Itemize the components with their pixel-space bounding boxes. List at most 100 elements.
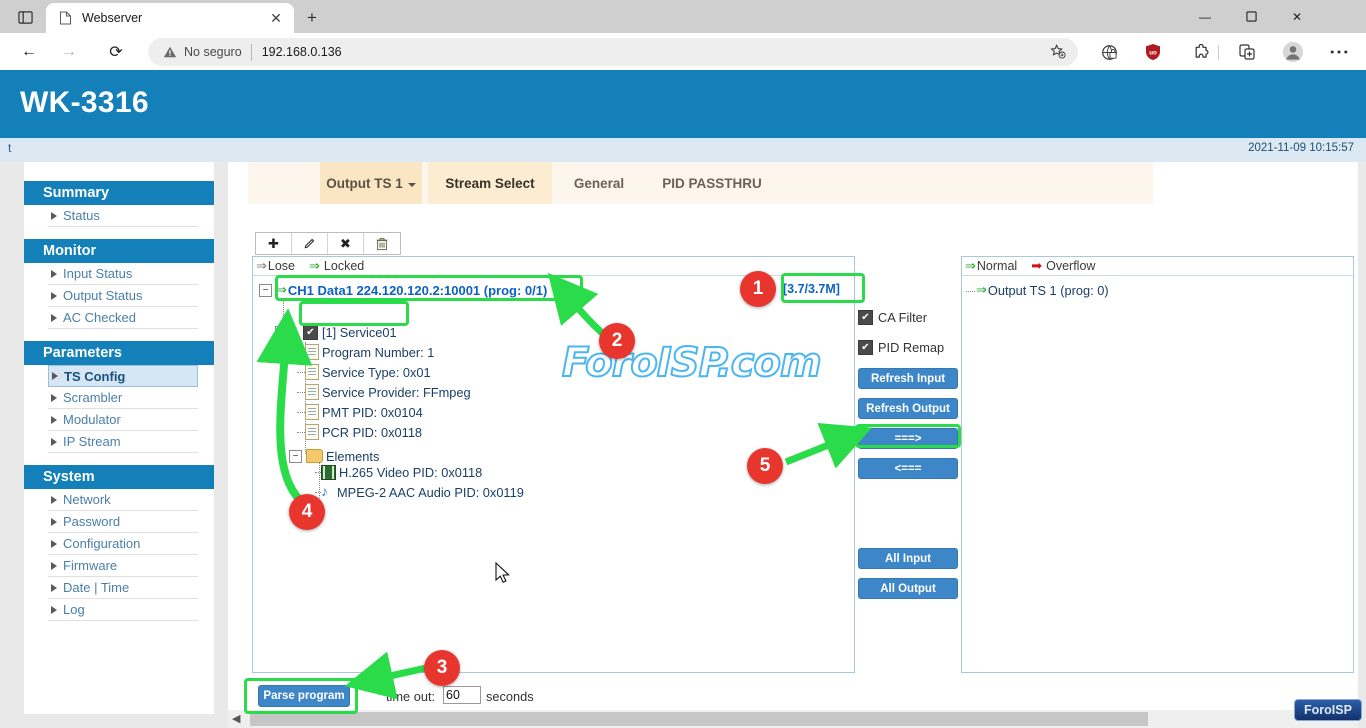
collapse-icon[interactable]: −	[289, 450, 302, 463]
tree-node-service[interactable]: − 1 ✔ [1] Service01	[275, 322, 397, 342]
sidebar-item-label: Date | Time	[63, 580, 129, 595]
tree-leaf-pmt-pid[interactable]: PMT PID: 0x0104	[305, 402, 423, 422]
tree-guide-dash	[315, 492, 321, 493]
output-stream-panel: ⇒ Normal ➡ Overflow ⇒ Output TS 1 (prog:…	[961, 256, 1354, 673]
close-icon[interactable]: ✕	[268, 10, 284, 26]
sidebar-item-scrambler[interactable]: Scrambler	[48, 387, 198, 409]
tree-leaf-pcr-pid[interactable]: PCR PID: 0x0118	[305, 422, 422, 442]
pid-remap-row[interactable]: ✔ PID Remap	[858, 338, 958, 356]
sidebar-item-configuration[interactable]: Configuration	[48, 533, 198, 555]
app-header: WK-3316	[0, 70, 1366, 138]
arrow-normal-icon: ⇒	[965, 258, 976, 274]
sidebar-group-parameters: Parameters	[24, 341, 214, 365]
tree-leaf-video-pid[interactable]: H.265 Video PID: 0x0118	[321, 462, 482, 482]
collections-icon[interactable]	[1234, 39, 1260, 65]
sidebar-item-label: AC Checked	[63, 310, 136, 325]
settings-more-icon[interactable]	[1326, 39, 1352, 65]
move-left-button[interactable]: <===	[858, 458, 958, 479]
remove-x-icon[interactable]: ✖	[328, 233, 364, 254]
profile-icon[interactable]	[1280, 39, 1306, 65]
caret-right-icon	[51, 584, 57, 592]
sidebar-item-password[interactable]: Password	[48, 511, 198, 533]
tab-pid-passthru[interactable]: PID PASSTHRU	[642, 162, 782, 204]
sidebar-item-label: Configuration	[63, 536, 140, 551]
refresh-output-button[interactable]: Refresh Output	[858, 398, 958, 419]
scrollbar-thumb[interactable]	[250, 712, 1148, 726]
svg-text:uo: uo	[1149, 50, 1157, 57]
caret-right-icon	[51, 606, 57, 614]
sidebar-item-label: Scrambler	[63, 390, 122, 405]
page-favicon-icon	[57, 10, 73, 26]
service-checkbox[interactable]: ✔	[303, 325, 318, 340]
parse-program-button[interactable]: Parse program	[258, 685, 350, 707]
pid-remap-checkbox[interactable]: ✔	[858, 340, 873, 355]
sidebar-item-status[interactable]: Status	[48, 205, 198, 227]
ca-filter-row[interactable]: ✔ CA Filter	[858, 308, 958, 326]
sidebar-item-firmware[interactable]: Firmware	[48, 555, 198, 577]
extensions-icon[interactable]	[1188, 39, 1214, 65]
all-output-button[interactable]: All Output	[858, 578, 958, 599]
sidebar-item-input-status[interactable]: Input Status	[48, 263, 198, 285]
collapse-icon[interactable]: −	[259, 284, 272, 297]
tree-guide-dash	[297, 412, 305, 413]
window-minimize-button[interactable]: —	[1182, 0, 1228, 33]
trash-icon[interactable]	[364, 233, 399, 254]
sidebar-item-ts-config[interactable]: TS Config	[48, 365, 198, 387]
tree-leaf-service-type[interactable]: Service Type: 0x01	[305, 362, 431, 382]
transfer-controls: ✔ CA Filter ✔ PID Remap Refresh Input Re…	[858, 256, 958, 673]
forward-button[interactable]: →	[56, 39, 82, 65]
arrow-lose-icon: ⇒	[256, 258, 267, 274]
browser-essentials-icon[interactable]	[1096, 39, 1122, 65]
document-icon	[305, 404, 319, 420]
collapse-icon[interactable]: −	[275, 326, 288, 339]
legend-lose-label: Lose	[268, 259, 295, 273]
window-close-button[interactable]: ✕	[1274, 0, 1320, 33]
address-bar[interactable]: No seguro 192.168.0.136	[148, 38, 1078, 66]
tab-output-ts-dropdown[interactable]: Output TS 1	[320, 162, 422, 204]
sidebar-item-output-status[interactable]: Output Status	[48, 285, 198, 307]
move-right-button[interactable]: ===>	[858, 428, 958, 449]
edit-pencil-icon[interactable]	[292, 233, 328, 254]
tree-leaf-service-provider[interactable]: Service Provider: FFmpeg	[305, 382, 471, 402]
star-add-icon[interactable]	[1046, 41, 1070, 63]
caret-right-icon	[51, 496, 57, 504]
sidebar-item-ip-stream[interactable]: IP Stream	[48, 431, 198, 453]
refresh-input-button[interactable]: Refresh Input	[858, 368, 958, 389]
tab-stream-select[interactable]: Stream Select	[428, 162, 552, 204]
scroll-left-arrow-icon[interactable]: ◀	[232, 712, 240, 725]
reload-button[interactable]: ⟳	[103, 39, 129, 65]
caret-right-icon	[51, 438, 57, 446]
channel-bitrate: [3.7/3.7M]	[783, 282, 840, 296]
caret-right-icon	[51, 212, 57, 220]
url-text: 192.168.0.136	[262, 45, 342, 59]
back-button[interactable]: ←	[16, 39, 42, 65]
service-index: 1	[292, 325, 299, 339]
tab-output-ts-label: Output TS 1	[326, 176, 403, 191]
all-input-button[interactable]: All Input	[858, 548, 958, 569]
tab-list-icon[interactable]	[8, 4, 42, 30]
ca-filter-checkbox[interactable]: ✔	[858, 310, 873, 325]
security-label: No seguro	[184, 45, 242, 59]
caret-right-icon	[51, 416, 57, 424]
browser-tab[interactable]: Webserver ✕	[46, 3, 294, 33]
tree-node-output-ts[interactable]: ⇒ Output TS 1 (prog: 0)	[976, 282, 1353, 298]
sidebar-item-network[interactable]: Network	[48, 489, 198, 511]
tab-general[interactable]: General	[560, 162, 638, 204]
output-legend: ⇒ Normal ➡ Overflow	[962, 257, 1353, 276]
sidebar-item-date-time[interactable]: Date | Time	[48, 577, 198, 599]
arrow-locked-icon: ⇒	[309, 258, 320, 274]
sidebar-item-ac-checked[interactable]: AC Checked	[48, 307, 198, 329]
tree-node-channel[interactable]: − ⇒ CH1 Data1 224.120.120.2:10001 (prog:…	[259, 280, 547, 300]
tree-leaf-label: H.265 Video PID: 0x0118	[339, 465, 482, 480]
timeout-input[interactable]	[443, 686, 481, 704]
new-tab-button[interactable]: +	[300, 6, 324, 30]
shield-icon[interactable]: uo	[1140, 39, 1166, 65]
app-subbar: t 2021-11-09 10:15:57	[0, 138, 1366, 162]
window-maximize-button[interactable]	[1228, 0, 1274, 33]
sidebar-item-modulator[interactable]: Modulator	[48, 409, 198, 431]
sidebar-item-log[interactable]: Log	[48, 599, 198, 621]
sidebar-item-label: Firmware	[63, 558, 117, 573]
tree-leaf-program-number[interactable]: Program Number: 1	[305, 342, 434, 362]
add-icon[interactable]: ✚	[256, 233, 292, 254]
tree-leaf-audio-pid[interactable]: ♪ MPEG-2 AAC Audio PID: 0x0119	[321, 482, 524, 502]
